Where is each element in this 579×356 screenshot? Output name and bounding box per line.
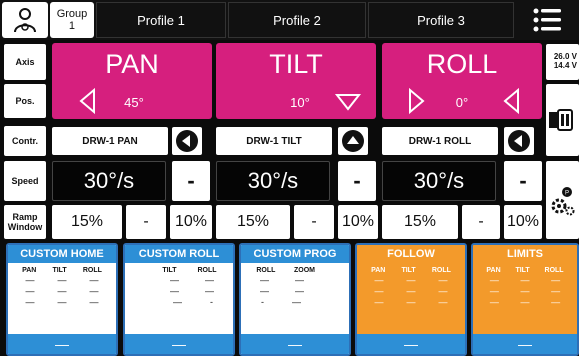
circle-arrow-left-icon xyxy=(508,130,530,152)
menu-button[interactable] xyxy=(518,2,576,38)
ramp-pan[interactable]: 15% xyxy=(52,205,122,239)
camera-device-icon xyxy=(548,109,573,131)
tab-profile-2[interactable]: Profile 2 xyxy=(228,2,366,38)
controller-tilt[interactable]: DRW-1 TILT xyxy=(216,127,332,155)
speed-tilt[interactable]: 30°/s xyxy=(216,161,330,201)
row-label-pos: Pos. xyxy=(4,84,46,118)
speed-minus-tilt[interactable]: - xyxy=(338,161,376,201)
speed-minus-roll[interactable]: - xyxy=(504,161,542,201)
svg-text:P: P xyxy=(564,191,568,197)
panel-footer: — xyxy=(8,334,116,354)
arrow-left-icon[interactable] xyxy=(500,87,524,115)
tab-profile-3[interactable]: Profile 3 xyxy=(368,2,514,38)
ramp-roll[interactable]: 15% xyxy=(382,205,458,239)
menu-list-icon xyxy=(533,8,561,32)
panel-title: FOLLOW xyxy=(357,245,465,263)
arrow-left-icon[interactable] xyxy=(76,87,100,115)
settings-person-button[interactable] xyxy=(2,2,48,38)
ramp-window-tilt[interactable]: 10% xyxy=(338,205,378,239)
row-label-axis: Axis xyxy=(4,44,46,80)
arrow-down-icon[interactable] xyxy=(334,87,362,115)
row-label-speed: Speed xyxy=(4,161,46,201)
panel-title: CUSTOM HOME xyxy=(8,245,116,263)
circle-arrow-up-icon xyxy=(342,130,364,152)
panel-title: LIMITS xyxy=(473,245,577,263)
ramp-window-pan[interactable]: 10% xyxy=(170,205,212,239)
tab-label: Profile 2 xyxy=(273,12,321,28)
device-button[interactable] xyxy=(546,84,579,156)
ramp-minus-tilt[interactable]: - xyxy=(294,205,334,239)
panel-title: CUSTOM ROLL xyxy=(125,245,233,263)
controller-pan[interactable]: DRW-1 PAN xyxy=(52,127,168,155)
axis-name: ROLL xyxy=(426,49,498,79)
tab-profile-1[interactable]: Profile 1 xyxy=(96,2,226,38)
arrow-right-icon[interactable] xyxy=(404,87,428,115)
voltage-1: 26.0 V xyxy=(553,52,577,61)
group-button[interactable]: Group 1 xyxy=(50,2,94,38)
axis-position: 0° xyxy=(455,94,469,110)
ramp-tilt[interactable]: 15% xyxy=(216,205,290,239)
axis-position: 45° xyxy=(124,94,144,110)
settings-button[interactable]: P xyxy=(546,161,579,239)
axis-panel-pan[interactable]: PAN 45° xyxy=(52,43,212,119)
ramp-minus-pan[interactable]: - xyxy=(126,205,166,239)
panel-limits[interactable]: LIMITS PAN TILT ROLL — — — — — — — — — — xyxy=(471,243,579,356)
axis-name: TILT xyxy=(269,49,323,79)
user-gear-icon xyxy=(14,8,36,33)
panel-footer: — xyxy=(357,334,465,354)
circle-arrow-left-icon xyxy=(176,130,198,152)
panel-title: CUSTOM PROG xyxy=(241,245,349,263)
panel-follow[interactable]: FOLLOW PAN TILT ROLL — — — — — — — — — — xyxy=(355,243,467,356)
panel-footer: — xyxy=(125,334,233,354)
controller-roll[interactable]: DRW-1 ROLL xyxy=(382,127,498,155)
row-label-contr: Contr. xyxy=(4,126,46,156)
axis-position: 10° xyxy=(290,94,310,110)
controller-toggle-tilt[interactable] xyxy=(338,127,368,155)
axis-panel-tilt[interactable]: TILT 10° xyxy=(216,43,376,119)
controller-toggle-roll[interactable] xyxy=(504,127,534,155)
speed-minus-pan[interactable]: - xyxy=(172,161,210,201)
tab-label: Profile 3 xyxy=(417,12,465,28)
panel-custom-home[interactable]: CUSTOM HOME PAN TILT ROLL — — — — — — — — — — xyxy=(6,243,118,356)
battery-voltage: 26.0 V 14.4 V xyxy=(546,44,579,80)
speed-pan[interactable]: 30°/s xyxy=(52,161,166,201)
ramp-minus-roll[interactable]: - xyxy=(462,205,500,239)
voltage-2: 14.4 V xyxy=(553,61,577,70)
row-label-ramp: Ramp Window xyxy=(4,205,46,239)
ramp-window-roll[interactable]: 10% xyxy=(504,205,542,239)
speed-roll[interactable]: 30°/s xyxy=(382,161,496,201)
panel-footer: — xyxy=(241,334,349,354)
axis-panel-roll[interactable]: ROLL 0° xyxy=(382,43,542,119)
group-label: Group 1 xyxy=(56,8,88,32)
axis-name: PAN xyxy=(105,49,159,79)
tab-label: Profile 1 xyxy=(137,12,185,28)
controller-toggle-pan[interactable] xyxy=(172,127,202,155)
panel-custom-roll[interactable]: CUSTOM ROLL TILT ROLL — — — — — - — xyxy=(123,243,235,356)
gear-icon: P xyxy=(551,187,574,216)
panel-custom-prog[interactable]: CUSTOM PROG ROLL ZOOM — — — — - — — xyxy=(239,243,351,356)
panel-footer: — xyxy=(473,334,577,354)
